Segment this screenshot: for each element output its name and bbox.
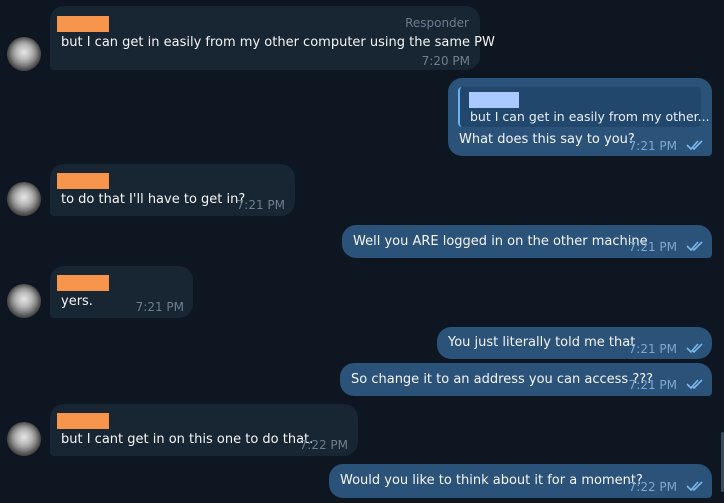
redacted-sender-name — [57, 275, 109, 291]
message-bubble-outgoing[interactable]: So change it to an address you can acces… — [340, 363, 712, 396]
sender-role-label: Responder — [405, 16, 469, 30]
double-check-icon — [686, 140, 703, 151]
redacted-sender-name — [57, 16, 109, 32]
message-time: 7:20 PM — [421, 54, 470, 68]
double-check-icon — [686, 481, 703, 492]
message-bubble-outgoing[interactable]: Would you like to think about it for a m… — [329, 464, 712, 498]
message-text: to do that I'll have to get in? — [61, 192, 246, 207]
message-time: 7:21 PM — [135, 300, 184, 314]
message-text: Well you ARE logged in on the other mach… — [353, 234, 648, 249]
quoted-text: but I can get in easily from my other... — [470, 109, 710, 124]
message-bubble-outgoing[interactable]: Well you ARE logged in on the other mach… — [342, 225, 712, 258]
message-text: What does this say to you? — [459, 132, 635, 147]
message-time: 7:22 PM — [628, 480, 677, 494]
message-time: 7:21 PM — [628, 342, 677, 356]
message-bubble-incoming[interactable]: but I cant get in on this one to do that… — [50, 404, 358, 456]
message-bubble-incoming[interactable]: to do that I'll have to get in? 7:21 PM — [50, 164, 295, 216]
redacted-quoted-sender — [469, 92, 519, 108]
avatar[interactable] — [7, 182, 41, 216]
message-text: but I can get in easily from my other co… — [61, 35, 495, 50]
message-time: 7:21 PM — [628, 240, 677, 254]
double-check-icon — [686, 379, 703, 390]
message-time: 7:21 PM — [628, 139, 677, 153]
message-time: 7:21 PM — [236, 198, 285, 212]
redacted-sender-name — [57, 413, 109, 429]
double-check-icon — [686, 343, 703, 354]
message-bubble-outgoing[interactable]: but I can get in easily from my other...… — [448, 78, 712, 156]
message-text: but I cant get in on this one to do that… — [61, 432, 314, 447]
reply-quote[interactable]: but I can get in easily from my other... — [458, 87, 710, 127]
message-time: 7:22 PM — [299, 438, 348, 452]
message-text: So change it to an address you can acces… — [351, 372, 654, 387]
message-text: Would you like to think about it for a m… — [340, 473, 643, 488]
message-bubble-outgoing[interactable]: You just literally told me that 7:21 PM — [437, 327, 712, 359]
message-bubble-incoming[interactable]: Responder but I can get in easily from m… — [50, 6, 495, 70]
double-check-icon — [686, 241, 703, 252]
message-bubble-incoming[interactable]: yers. 7:21 PM — [50, 266, 193, 318]
message-text: You just literally told me that — [448, 335, 636, 350]
avatar[interactable] — [7, 284, 41, 318]
avatar[interactable] — [7, 422, 41, 456]
redacted-sender-name — [57, 173, 109, 189]
message-text: yers. — [61, 294, 93, 309]
avatar[interactable] — [7, 37, 41, 71]
message-time: 7:21 PM — [628, 378, 677, 392]
